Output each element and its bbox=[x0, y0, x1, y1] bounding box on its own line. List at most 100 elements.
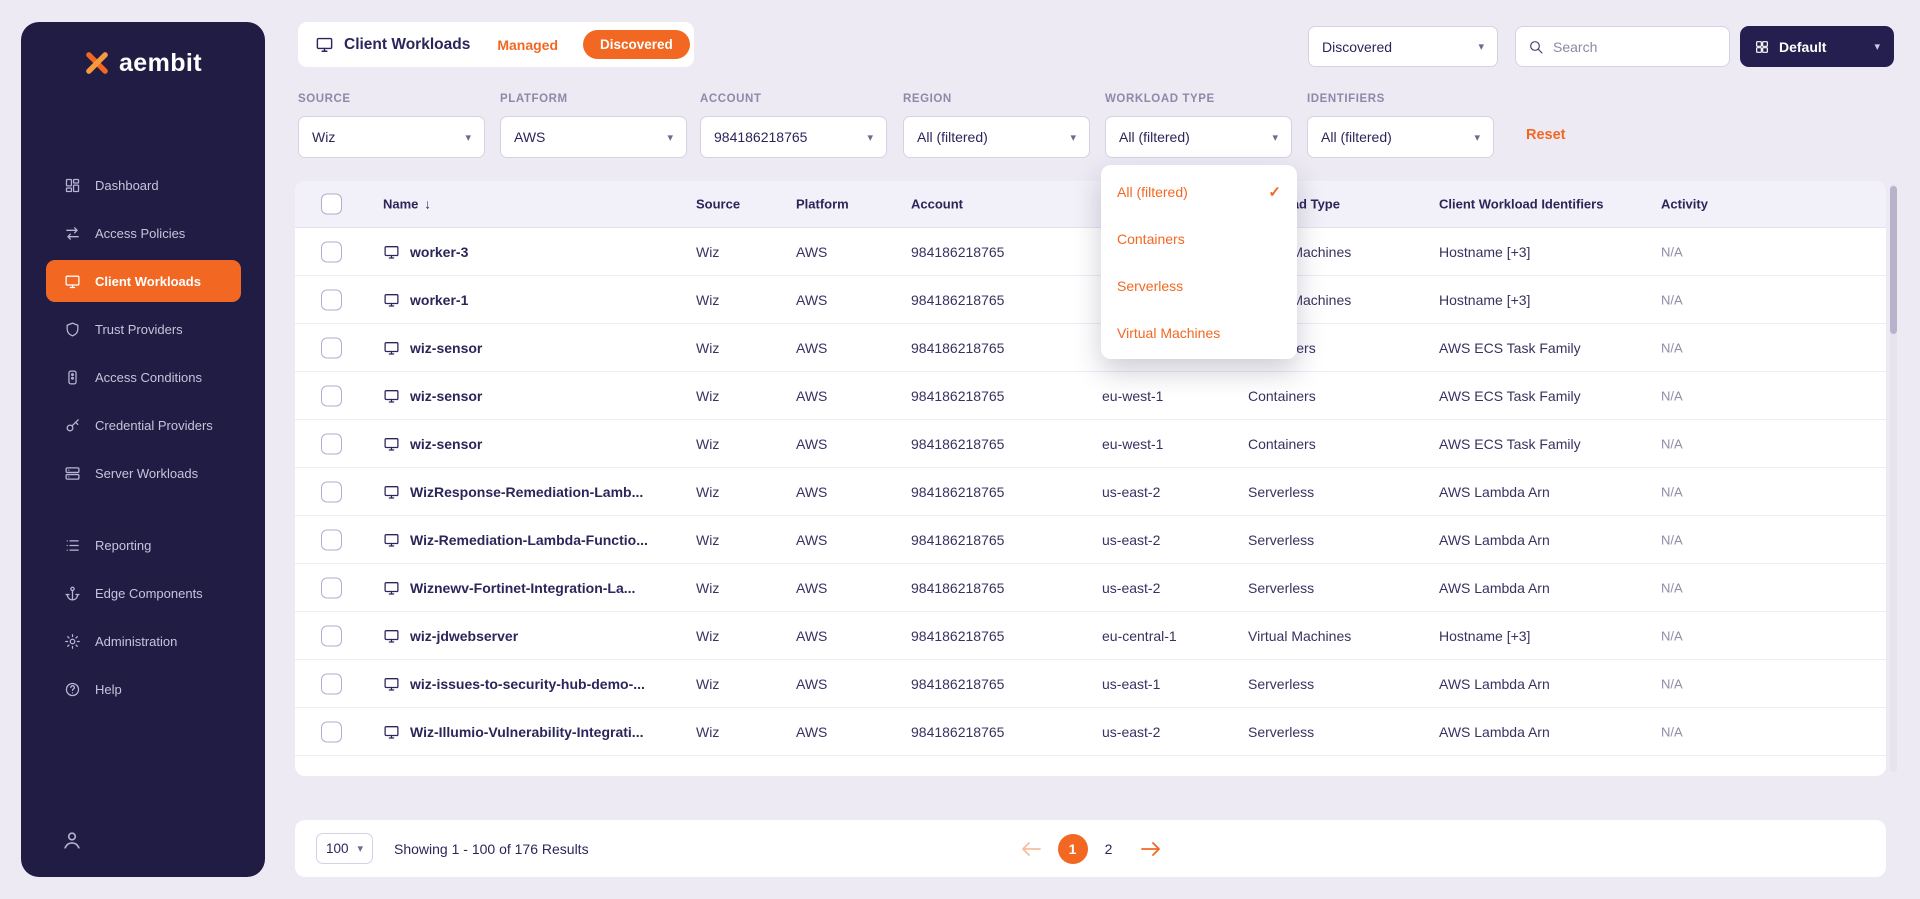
filter-select-identifiers[interactable]: All (filtered) ▾ bbox=[1307, 116, 1494, 158]
workload-name[interactable]: wiz-jdwebserver bbox=[410, 628, 518, 644]
table-row[interactable]: wiz-sensorWizAWS984186218765ContainersAW… bbox=[295, 324, 1886, 372]
sidebar-item-edge-components[interactable]: Edge Components bbox=[21, 569, 265, 617]
table-row[interactable]: Wiz-Illumio-Vulnerability-Integrati... Wi… bbox=[295, 708, 1886, 756]
workload-name[interactable]: wiz-issues-to-security-hub-demo-... bbox=[410, 676, 645, 692]
filter-label-identifiers: IDENTIFIERS bbox=[1307, 93, 1385, 105]
menu-item-all-filtered[interactable]: All (filtered) ✓ bbox=[1101, 168, 1297, 215]
table-row[interactable]: worker-3 Wiz AWS 984186218765 Virtual Machin… bbox=[295, 228, 1886, 276]
next-page-arrow-icon[interactable] bbox=[1139, 840, 1163, 858]
workload-icon bbox=[383, 387, 400, 404]
row-checkbox[interactable] bbox=[321, 433, 342, 454]
filter-select-platform[interactable]: AWS ▾ bbox=[500, 116, 687, 158]
page-button-2[interactable]: 2 bbox=[1094, 834, 1124, 864]
cell-platform: AWS bbox=[796, 723, 828, 740]
table-row[interactable]: WizResponse-Remediation-Lamb... Wiz AWS 984… bbox=[295, 468, 1886, 516]
workload-name[interactable]: wiz-sensor bbox=[410, 436, 482, 452]
page-title: Client Workloads bbox=[344, 35, 471, 53]
sidebar-item-administration[interactable]: Administration bbox=[21, 617, 265, 665]
filter-select-source[interactable]: Wiz ▾ bbox=[298, 116, 485, 158]
chevron-down-icon: ▾ bbox=[1474, 131, 1480, 144]
cell-workload-type: Serverless bbox=[1248, 579, 1315, 596]
reset-filters-link[interactable]: Reset bbox=[1526, 127, 1566, 143]
menu-item-virtual-machines[interactable]: Virtual Machines bbox=[1101, 309, 1297, 356]
previous-page-arrow-icon[interactable] bbox=[1019, 840, 1043, 858]
scrollbar-thumb[interactable] bbox=[1890, 186, 1897, 334]
logo-text: aembit bbox=[119, 48, 202, 77]
workload-name[interactable]: wiz-sensor bbox=[410, 340, 482, 356]
filter-select-account[interactable]: 984186218765 ▾ bbox=[700, 116, 887, 158]
workload-icon bbox=[383, 243, 400, 260]
workload-name[interactable]: wiz-sensor bbox=[410, 388, 482, 404]
table-row[interactable]: wiz-jdwebserver Wiz AWS 984186218765 eu-cent… bbox=[295, 612, 1886, 660]
workload-name[interactable]: worker-1 bbox=[410, 292, 468, 308]
row-checkbox[interactable] bbox=[321, 673, 342, 694]
workload-name[interactable]: Wiznewv-Fortinet-Integration-La... bbox=[410, 580, 635, 596]
row-checkbox[interactable] bbox=[321, 385, 342, 406]
table-row[interactable]: wiz-issues-to-security-hub-demo-... Wiz AW… bbox=[295, 660, 1886, 708]
view-select[interactable]: Discovered ▾ bbox=[1308, 26, 1498, 67]
cell-source: Wiz bbox=[696, 531, 720, 548]
sidebar-item-help[interactable]: Help bbox=[21, 665, 265, 713]
workload-name[interactable]: Wiz-Illumio-Vulnerability-Integrati... bbox=[410, 724, 643, 740]
table-row[interactable]: wiz-sensor Wiz AWS 984186218765 eu-west-1 Con… bbox=[295, 372, 1886, 420]
search-box[interactable] bbox=[1515, 26, 1730, 67]
cell-activity: N/A bbox=[1661, 724, 1683, 739]
cell-region: eu-west-1 bbox=[1102, 387, 1164, 404]
table-row[interactable]: worker-1 Wiz AWS 984186218765 Virtual Machin… bbox=[295, 276, 1886, 324]
tab-managed[interactable]: Managed bbox=[497, 37, 558, 53]
workload-name[interactable]: WizResponse-Remediation-Lamb... bbox=[410, 484, 643, 500]
dashboard-icon bbox=[64, 177, 81, 194]
filter-select-region[interactable]: All (filtered) ▾ bbox=[903, 116, 1090, 158]
select-all-checkbox[interactable] bbox=[321, 193, 342, 215]
cell-region: us-east-2 bbox=[1102, 531, 1161, 548]
search-input[interactable] bbox=[1553, 38, 1717, 55]
chevron-down-icon: ▾ bbox=[867, 131, 873, 144]
row-checkbox[interactable] bbox=[321, 289, 342, 310]
row-checkbox[interactable] bbox=[321, 577, 342, 598]
sidebar-item-access-conditions[interactable]: Access Conditions bbox=[21, 353, 265, 401]
page-button-1[interactable]: 1 bbox=[1057, 833, 1088, 864]
workload-name[interactable]: Wiz-Remediation-Lambda-Functio... bbox=[410, 532, 648, 548]
filter-select-workload-type[interactable]: All (filtered) ▾ bbox=[1105, 116, 1292, 158]
cell-identifiers: Hostname [+3] bbox=[1439, 627, 1531, 644]
row-checkbox[interactable] bbox=[321, 625, 342, 646]
row-checkbox[interactable] bbox=[321, 529, 342, 550]
sidebar-item-dashboard[interactable]: Dashboard bbox=[21, 161, 265, 209]
cell-identifiers: AWS ECS Task Family bbox=[1439, 339, 1581, 356]
table-row[interactable]: Wiz-Remediation-Lambda-Functio... Wiz AWS 9… bbox=[295, 516, 1886, 564]
row-checkbox[interactable] bbox=[321, 481, 342, 502]
sidebar-item-label: Credential Providers bbox=[95, 417, 213, 433]
sidebar-item-server-workloads[interactable]: Server Workloads bbox=[21, 449, 265, 497]
menu-item-serverless[interactable]: Serverless bbox=[1101, 262, 1297, 309]
vertical-scrollbar[interactable] bbox=[1890, 184, 1897, 772]
chevron-down-icon: ▾ bbox=[465, 131, 471, 144]
sidebar-item-reporting[interactable]: Reporting bbox=[21, 521, 265, 569]
cell-platform: AWS bbox=[796, 291, 828, 308]
cell-workload-type: Serverless bbox=[1248, 675, 1315, 692]
pager: 12 bbox=[295, 820, 1886, 877]
sidebar-item-credential-providers[interactable]: Credential Providers bbox=[21, 401, 265, 449]
sidebar: aembit Dashboard Access Policies Client Wo… bbox=[21, 22, 265, 877]
row-checkbox[interactable] bbox=[321, 337, 342, 358]
row-checkbox[interactable] bbox=[321, 241, 342, 262]
user-icon[interactable] bbox=[61, 829, 83, 851]
workload-name[interactable]: worker-3 bbox=[410, 244, 468, 260]
administration-icon bbox=[64, 633, 81, 650]
cell-source: Wiz bbox=[696, 291, 720, 308]
sidebar-item-trust-providers[interactable]: Trust Providers bbox=[21, 305, 265, 353]
filter-select-value: 984186218765 bbox=[714, 129, 808, 145]
cell-platform: AWS bbox=[796, 579, 828, 596]
column-header-account: Account bbox=[911, 196, 963, 212]
table-row[interactable]: wiz-sensor Wiz AWS 984186218765 eu-west-1 Con… bbox=[295, 420, 1886, 468]
row-checkbox[interactable] bbox=[321, 721, 342, 742]
sidebar-item-access-policies[interactable]: Access Policies bbox=[21, 209, 265, 257]
column-header-name[interactable]: Name ↓ bbox=[383, 197, 431, 212]
sidebar-item-client-workloads[interactable]: Client Workloads bbox=[46, 260, 241, 302]
menu-item-containers[interactable]: Containers bbox=[1101, 215, 1297, 262]
layout-default-button[interactable]: Default ▾ bbox=[1740, 26, 1894, 67]
table-row[interactable]: Wiznewv-Fortinet-Integration-La... Wiz AWS… bbox=[295, 564, 1886, 612]
access-policies-icon bbox=[64, 225, 81, 242]
cell-identifiers: Hostname [+3] bbox=[1439, 243, 1531, 260]
tab-discovered[interactable]: Discovered bbox=[583, 30, 690, 59]
column-header-client-workload-identifiers: Client Workload Identifiers bbox=[1439, 196, 1604, 212]
